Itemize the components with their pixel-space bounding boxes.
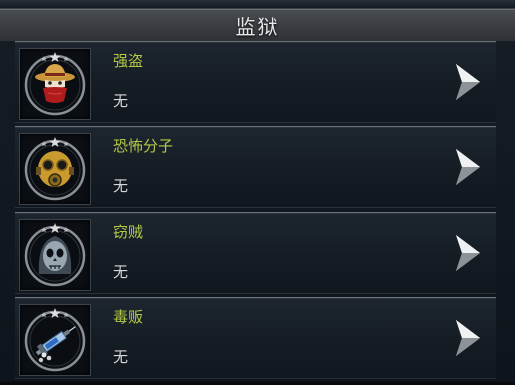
- prison-screen: 监狱 强盗 无 恐怖分子 无 窃贼 无 毒贩 无: [0, 0, 515, 385]
- row-name: 窃贼: [113, 223, 144, 241]
- prison-row-drug-dealer[interactable]: 毒贩 无: [15, 297, 496, 379]
- row-name: 强盗: [113, 52, 144, 70]
- page-title: 监狱: [235, 15, 280, 39]
- row-status: 无: [113, 263, 129, 281]
- thief-badge: [19, 219, 91, 291]
- hooded-skull-icon: [24, 223, 86, 287]
- prison-row-terrorist[interactable]: 恐怖分子 无: [15, 126, 496, 208]
- syringe-pills-icon: [24, 308, 86, 372]
- bandit-cowboy-icon: [24, 52, 86, 116]
- drug-dealer-badge: [19, 304, 91, 376]
- row-name: 恐怖分子: [113, 137, 174, 155]
- top-strip: [0, 0, 515, 9]
- row-status: 无: [113, 348, 129, 366]
- chevron-right-icon[interactable]: [452, 318, 482, 358]
- terrorist-badge: [19, 133, 91, 205]
- gas-mask-icon: [24, 137, 86, 201]
- prison-row-thief[interactable]: 窃贼 无: [15, 212, 496, 294]
- chevron-right-icon[interactable]: [452, 233, 482, 273]
- row-status: 无: [113, 92, 129, 110]
- chevron-right-icon[interactable]: [452, 62, 482, 102]
- row-name: 毒贩: [113, 308, 144, 326]
- chevron-right-icon[interactable]: [452, 147, 482, 187]
- prison-row-bandit[interactable]: 强盗 无: [15, 41, 496, 123]
- row-status: 无: [113, 177, 129, 195]
- title-bar: 监狱: [0, 9, 515, 42]
- bandit-badge: [19, 48, 91, 120]
